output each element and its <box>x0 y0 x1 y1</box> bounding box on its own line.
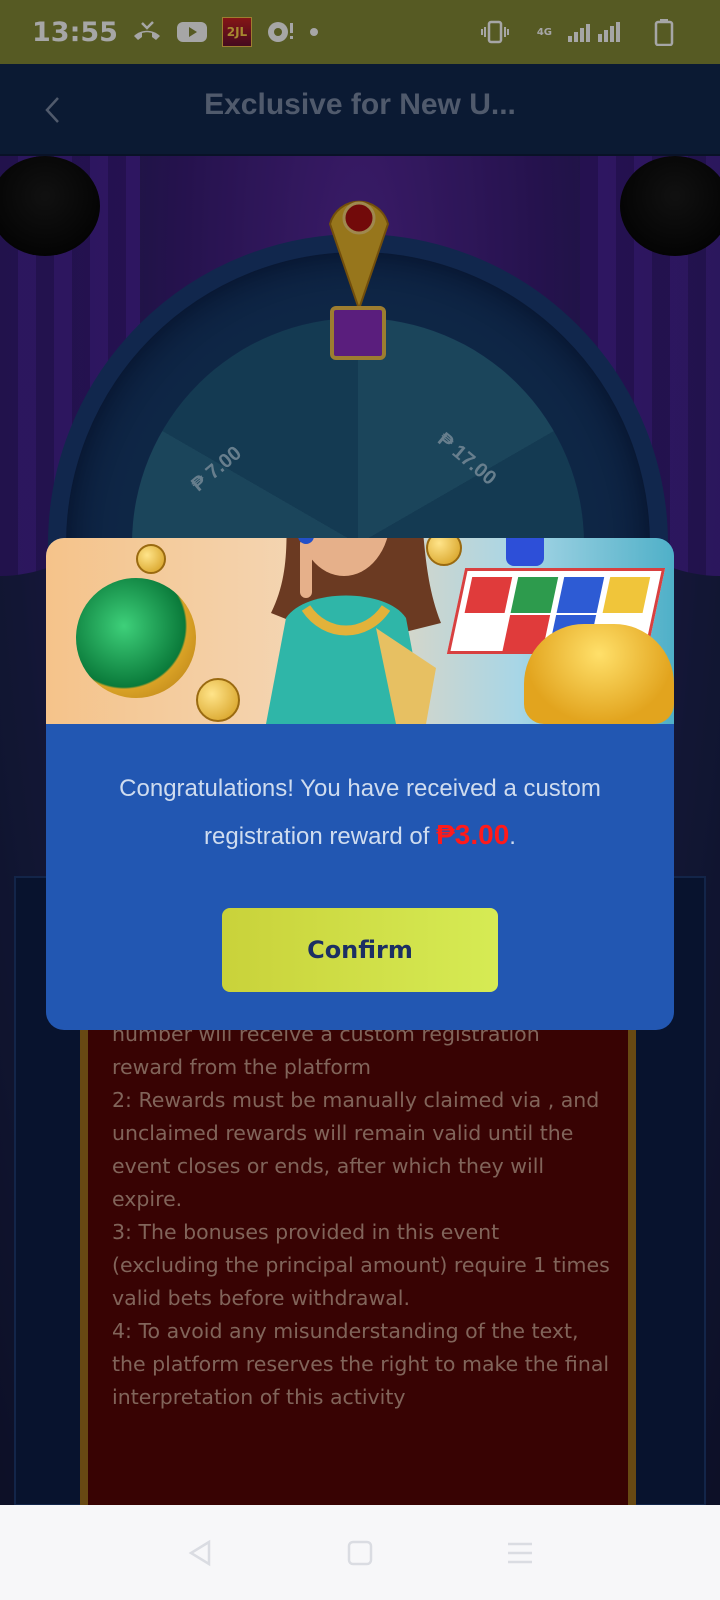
reward-message: Congratulations! You have received a cus… <box>86 766 634 860</box>
nav-back-button[interactable] <box>180 1533 220 1573</box>
menu-lines-icon <box>508 1542 532 1563</box>
gold-ingot-icon <box>524 624 674 724</box>
coin-icon <box>136 544 166 574</box>
reward-message-end: . <box>509 823 516 850</box>
reward-message-text: Congratulations! You have received a cus… <box>119 775 601 850</box>
promo-banner <box>46 538 674 724</box>
system-nav-bar <box>0 1505 720 1600</box>
confirm-button[interactable]: Confirm <box>222 908 498 992</box>
square-home-icon <box>347 1540 373 1565</box>
reward-dialog: Congratulations! You have received a cus… <box>46 538 674 1030</box>
reward-amount: ₱3.00 <box>436 819 510 850</box>
dice-icon <box>506 538 544 566</box>
nav-home-button[interactable] <box>340 1533 380 1573</box>
jade-ornament-icon <box>76 578 196 698</box>
hostess-illustration-icon <box>266 538 441 724</box>
triangle-back-icon <box>188 1539 211 1566</box>
nav-menu-button[interactable] <box>500 1533 540 1573</box>
